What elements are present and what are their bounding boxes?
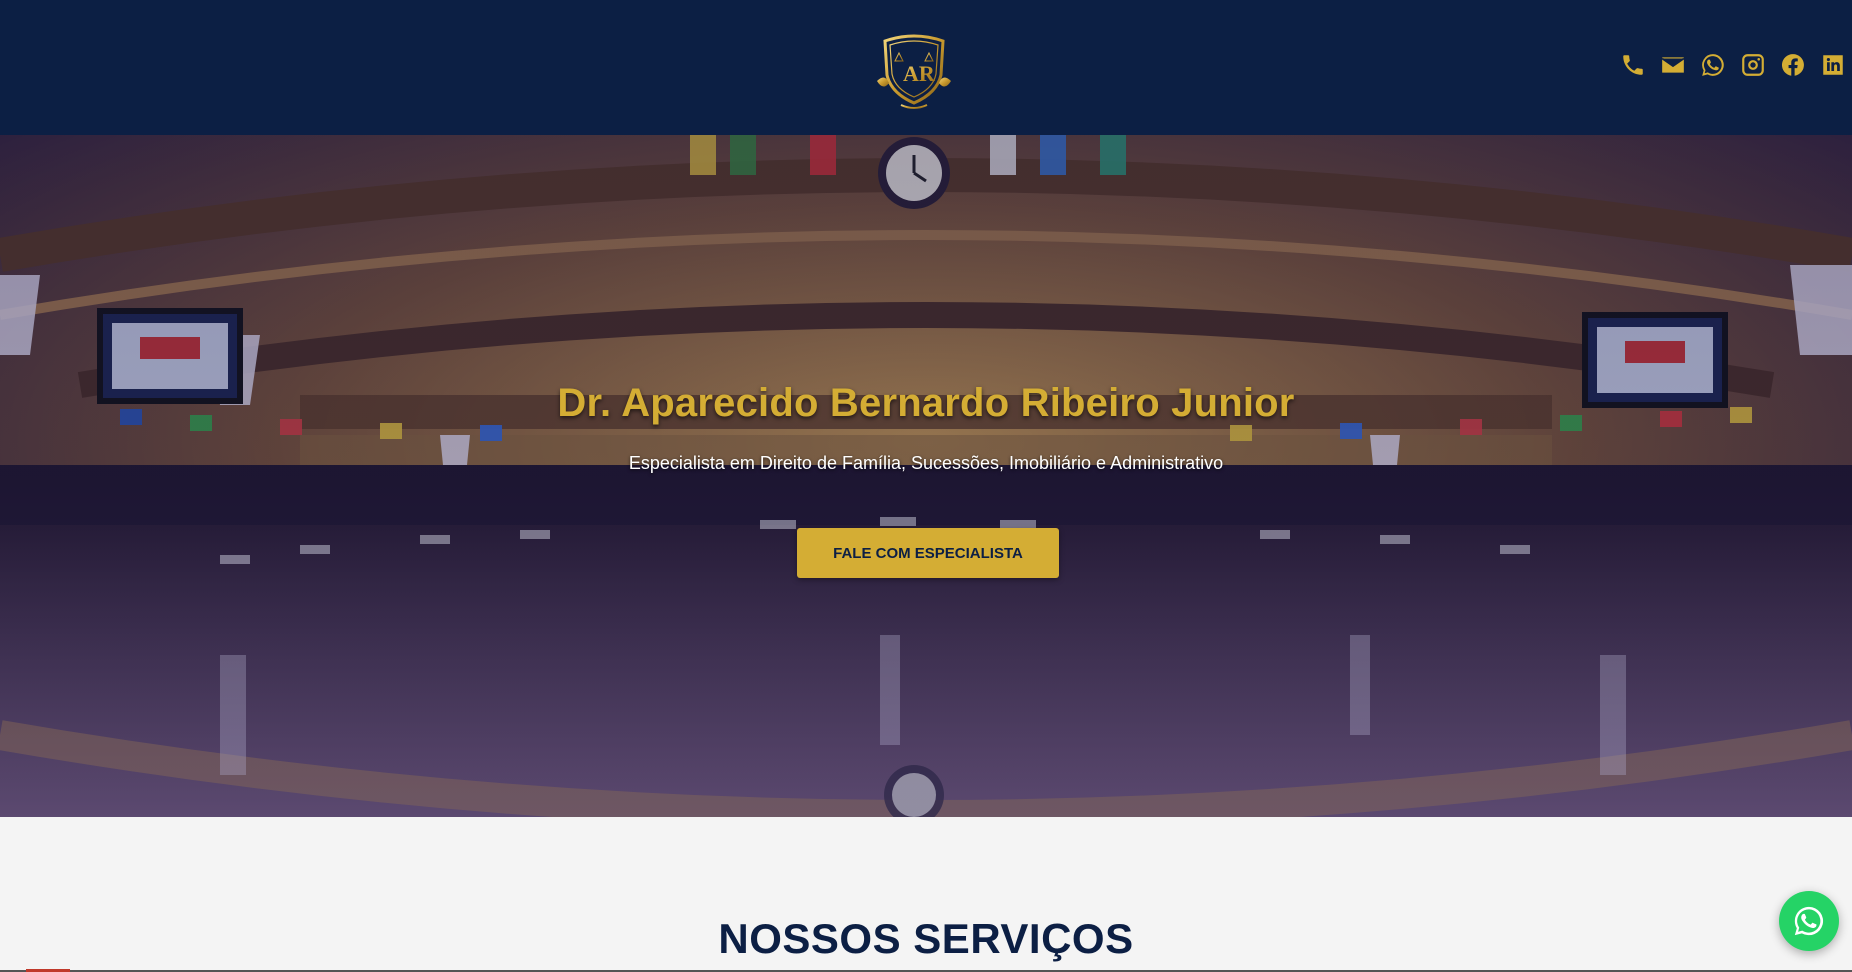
- whatsapp-icon[interactable]: [1700, 52, 1726, 78]
- whatsapp-icon: [1794, 906, 1824, 936]
- whatsapp-float-button[interactable]: [1779, 891, 1839, 951]
- hero-overlay: [0, 135, 1852, 817]
- phone-icon[interactable]: [1620, 52, 1646, 78]
- hero-subtitle: Especialista em Direito de Família, Suce…: [628, 453, 1224, 473]
- svg-text:AR: AR: [903, 61, 936, 86]
- social-links: [1620, 50, 1852, 80]
- contact-specialist-button[interactable]: FALE COM ESPECIALISTA: [797, 528, 1059, 578]
- linkedin-icon[interactable]: [1820, 52, 1846, 78]
- instagram-icon[interactable]: [1740, 52, 1766, 78]
- hero-title: Dr. Aparecido Bernardo Ribeiro Junior: [557, 381, 1295, 425]
- hero-section: Dr. Aparecido Bernardo Ribeiro Junior Es…: [0, 135, 1852, 817]
- logo[interactable]: AR: [871, 25, 957, 111]
- services-title: NOSSOS SERVIÇOS: [718, 915, 1134, 962]
- email-icon[interactable]: [1660, 52, 1686, 78]
- facebook-icon[interactable]: [1780, 52, 1806, 78]
- services-section: NOSSOS SERVIÇOS: [0, 817, 1852, 972]
- site-header: AR: [0, 0, 1852, 135]
